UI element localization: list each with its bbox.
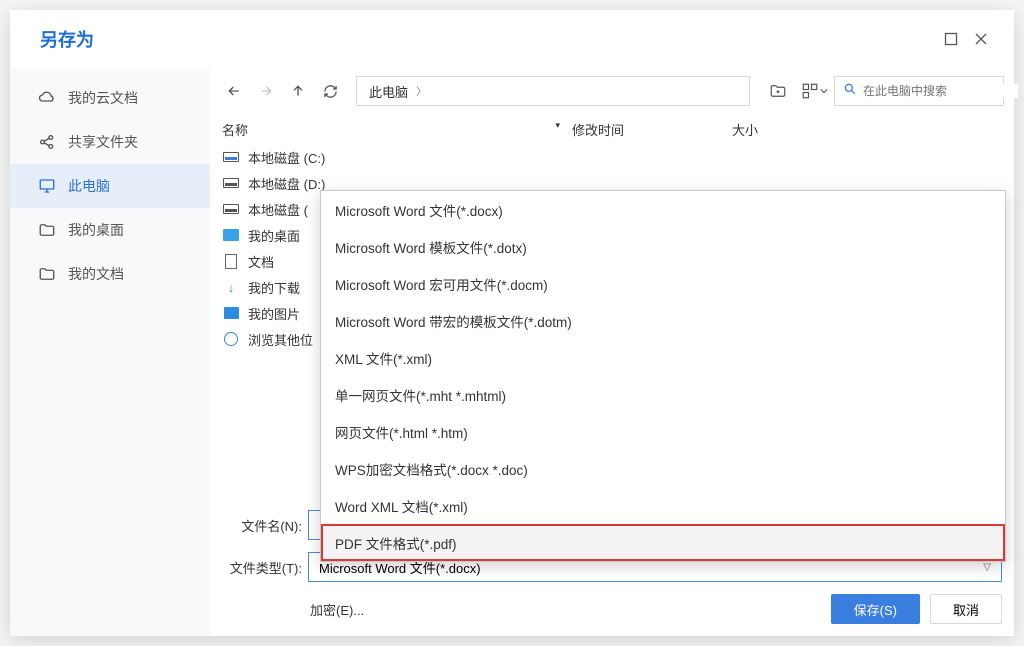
search-icon: [843, 82, 857, 101]
sidebar-item-label: 共享文件夹: [68, 132, 138, 152]
breadcrumb-root: 此电脑: [369, 82, 408, 101]
sidebar-item-cloud-docs[interactable]: 我的云文档: [10, 76, 210, 120]
monitor-icon: [38, 177, 56, 195]
folder-icon: [38, 221, 56, 239]
cloud-icon: [38, 89, 56, 107]
forward-button[interactable]: [252, 77, 280, 105]
encrypt-button[interactable]: 加密(E)...: [222, 600, 364, 619]
sidebar-item-shared[interactable]: 共享文件夹: [10, 120, 210, 164]
breadcrumb[interactable]: 此电脑 〉: [356, 76, 750, 106]
save-button[interactable]: 保存(S): [831, 594, 920, 624]
column-name[interactable]: 名称 ▾: [222, 120, 572, 139]
dropdown-option[interactable]: 网页文件(*.html *.htm): [321, 413, 1005, 450]
file-row[interactable]: 本地磁盘 (C:): [222, 144, 1002, 170]
column-headers: 名称 ▾ 修改时间 大小: [210, 114, 1014, 144]
button-row: 保存(S) 取消: [831, 594, 1002, 624]
sidebar-item-this-pc[interactable]: 此电脑: [10, 164, 210, 208]
titlebar: 另存为: [10, 10, 1014, 68]
dropdown-option[interactable]: Word XML 文档(*.xml): [321, 487, 1005, 524]
share-icon: [38, 133, 56, 151]
column-modified[interactable]: 修改时间: [572, 120, 732, 139]
new-folder-button[interactable]: [762, 77, 794, 105]
dialog-title: 另存为: [40, 26, 936, 52]
dropdown-option[interactable]: WPS加密文档格式(*.docx *.doc): [321, 450, 1005, 487]
picture-icon: [222, 304, 240, 322]
chevron-down-icon: ▽: [983, 562, 991, 573]
dropdown-option[interactable]: Microsoft Word 带宏的模板文件(*.dotm): [321, 302, 1005, 339]
sidebar-item-label: 我的桌面: [68, 220, 124, 240]
sidebar-item-desktop[interactable]: 我的桌面: [10, 208, 210, 252]
chevron-right-icon: 〉: [416, 83, 427, 99]
disk-icon: [222, 174, 240, 192]
disk-icon: [222, 148, 240, 166]
search-box[interactable]: [834, 76, 1004, 106]
toolbar: 此电脑 〉: [210, 68, 1014, 114]
up-button[interactable]: [284, 77, 312, 105]
dropdown-option[interactable]: Microsoft Word 文件(*.docx): [321, 191, 1005, 228]
dropdown-option-pdf[interactable]: PDF 文件格式(*.pdf): [321, 524, 1005, 561]
sidebar-item-label: 此电脑: [68, 176, 110, 196]
cancel-button[interactable]: 取消: [930, 594, 1002, 624]
refresh-button[interactable]: [316, 77, 344, 105]
action-row: 加密(E)... 保存(S) 取消: [222, 594, 1002, 624]
filetype-label: 文件类型(T):: [222, 558, 302, 577]
dropdown-option[interactable]: XML 文件(*.xml): [321, 339, 1005, 376]
disk-icon: [222, 200, 240, 218]
sidebar-item-label: 我的云文档: [68, 88, 138, 108]
search-input[interactable]: [863, 84, 1018, 98]
document-icon: [222, 252, 240, 270]
close-button[interactable]: [966, 24, 996, 54]
folder-icon: [38, 265, 56, 283]
back-button[interactable]: [220, 77, 248, 105]
dropdown-option[interactable]: Microsoft Word 宏可用文件(*.docm): [321, 265, 1005, 302]
dropdown-option[interactable]: Microsoft Word 模板文件(*.dotx): [321, 228, 1005, 265]
download-icon: ↓: [222, 278, 240, 296]
desktop-icon: [222, 226, 240, 244]
sidebar-item-documents[interactable]: 我的文档: [10, 252, 210, 296]
filename-label: 文件名(N):: [222, 516, 302, 535]
globe-icon: [222, 330, 240, 348]
view-options-button[interactable]: [798, 77, 830, 105]
sidebar: 我的云文档 共享文件夹 此电脑 我的桌面: [10, 68, 210, 636]
sort-indicator-icon: ▾: [555, 120, 560, 131]
filetype-dropdown-list: Microsoft Word 文件(*.docx) Microsoft Word…: [320, 190, 1006, 562]
maximize-button[interactable]: [936, 24, 966, 54]
sidebar-item-label: 我的文档: [68, 264, 124, 284]
column-size[interactable]: 大小: [732, 120, 1002, 139]
dropdown-option[interactable]: 单一网页文件(*.mht *.mhtml): [321, 376, 1005, 413]
save-as-dialog: 另存为 我的云文档 共享文件夹: [10, 10, 1014, 636]
